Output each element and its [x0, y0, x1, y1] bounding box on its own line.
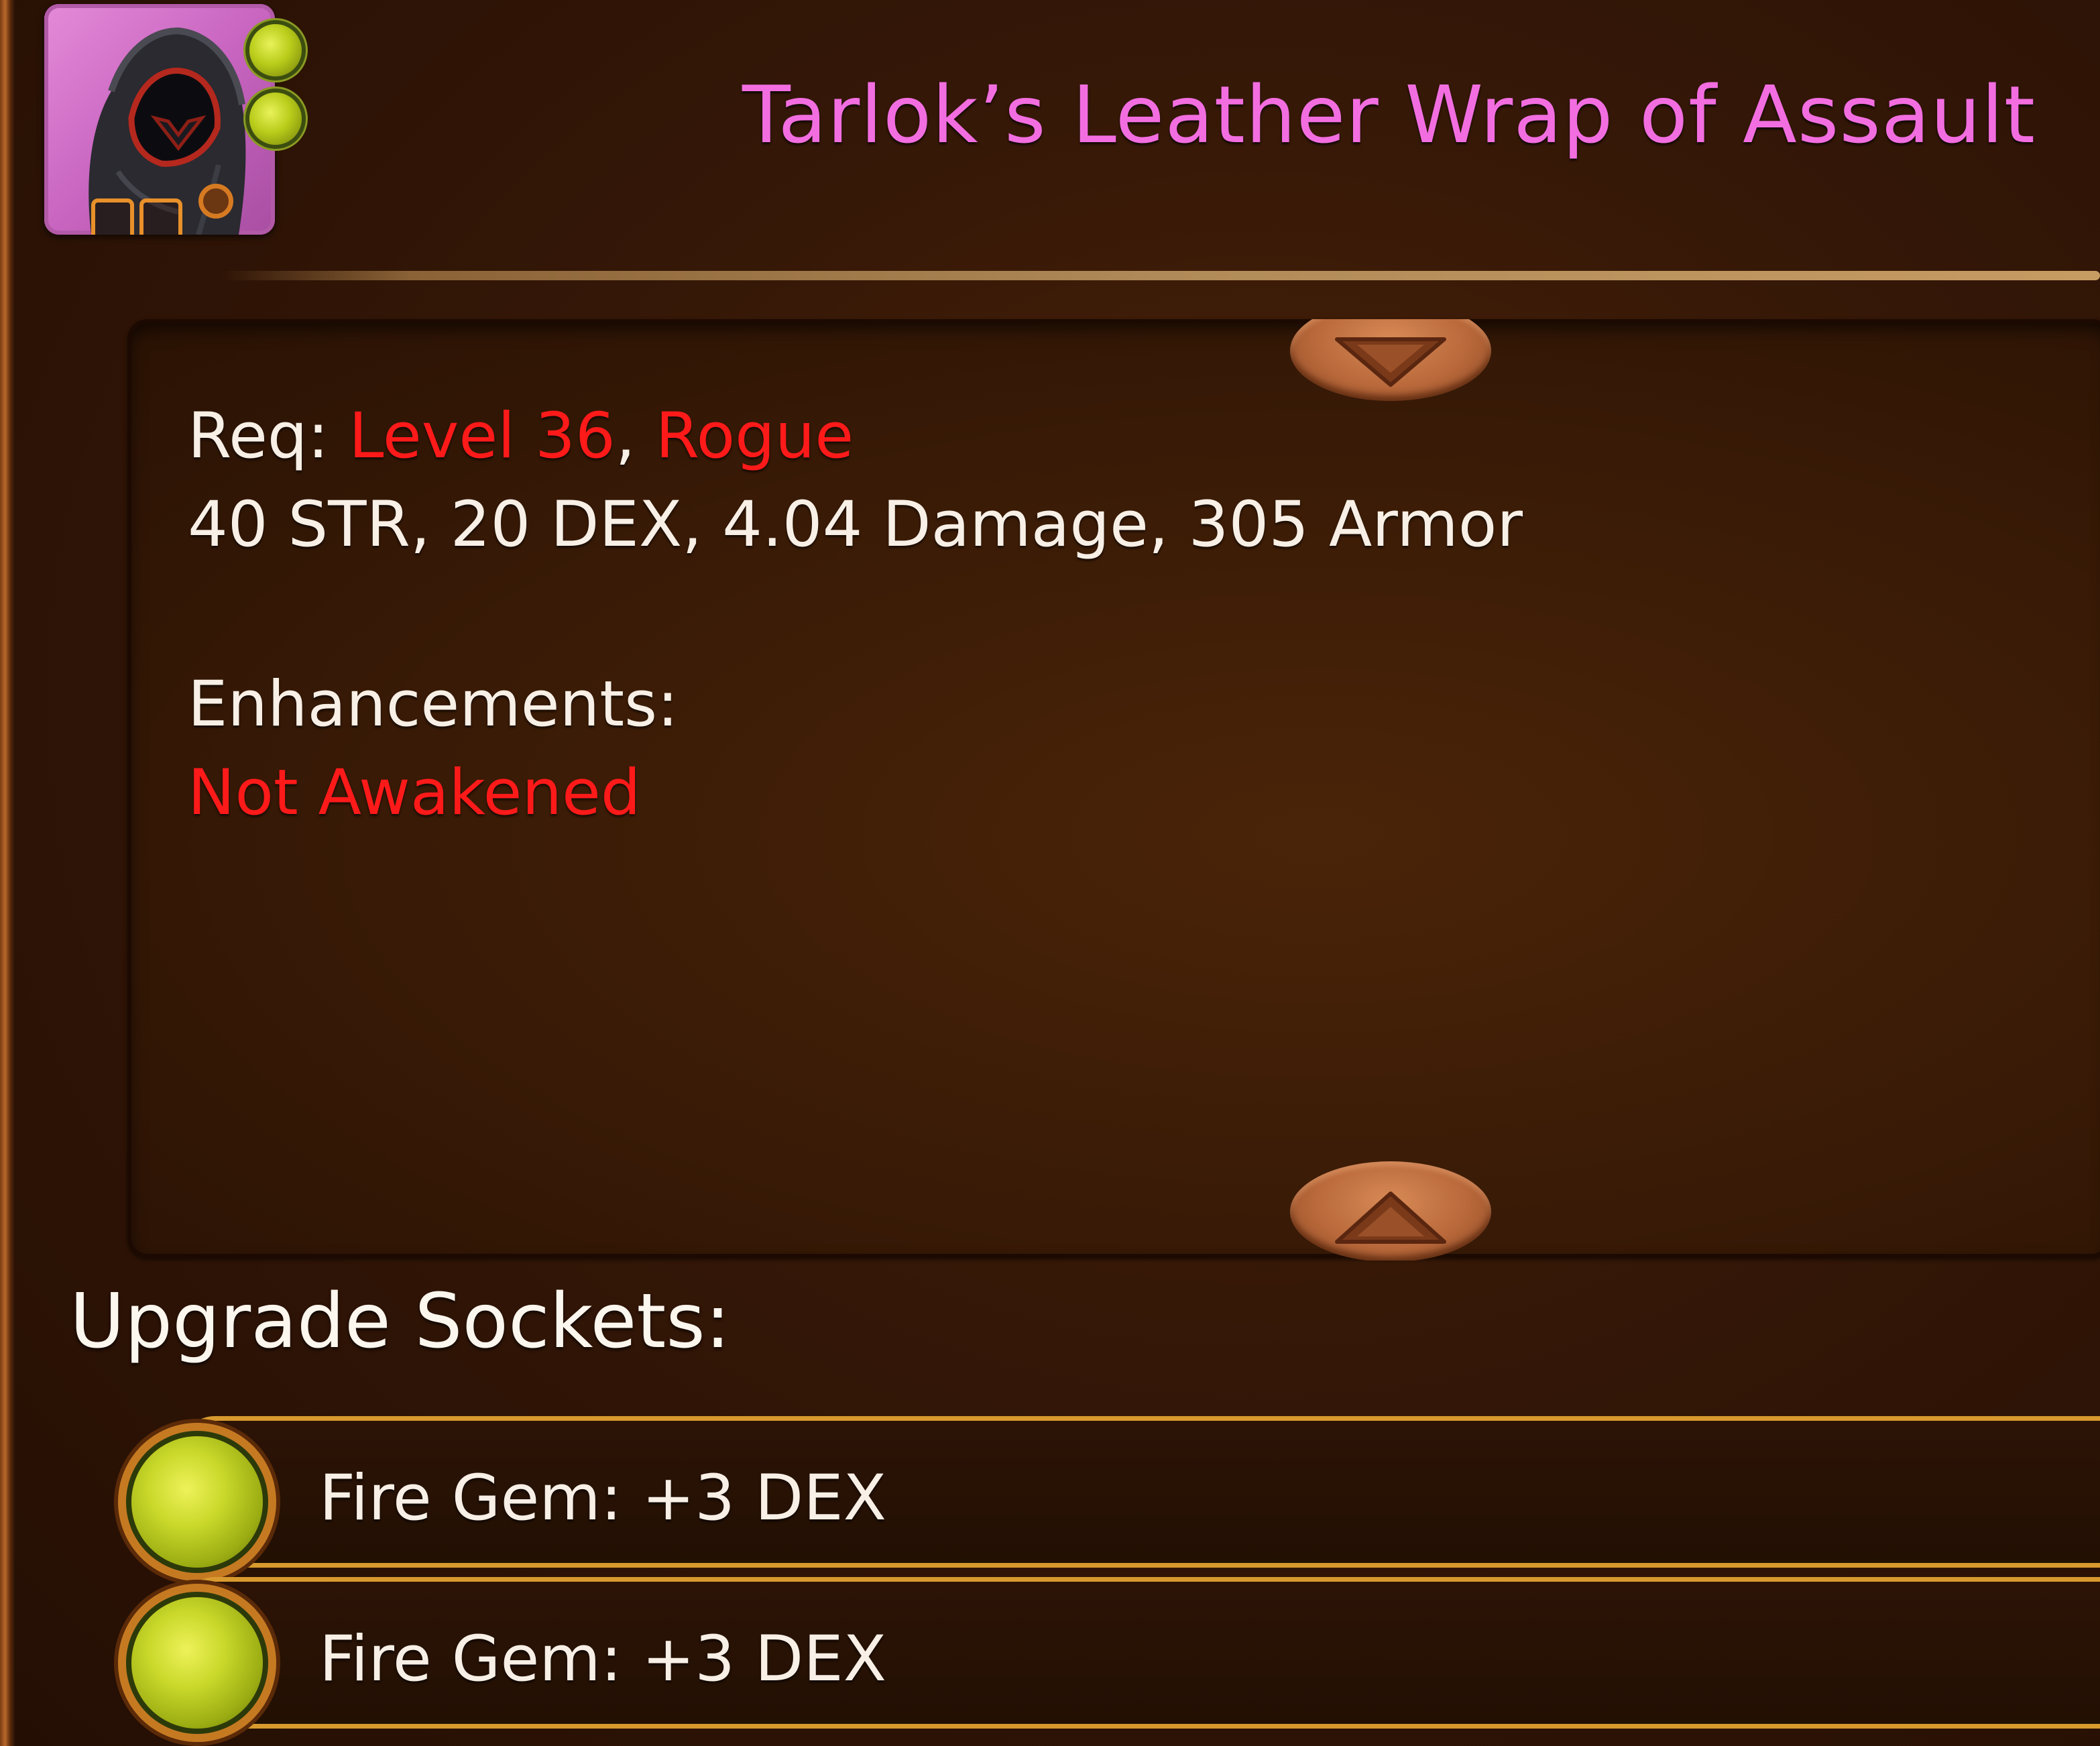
socket-label: Fire Gem: +3 DEX: [319, 1623, 887, 1696]
fire-gem-icon[interactable]: [131, 1597, 263, 1729]
required-level: Level 36: [349, 400, 616, 473]
enhancements-status: Not Awakened: [188, 756, 641, 829]
scroll-down-icon: [1335, 337, 1446, 387]
slot-indicator: [91, 198, 134, 235]
socket-gem-indicator-icon: [249, 24, 302, 76]
panel-left-border: [0, 0, 15, 1746]
scroll-up-icon: [1335, 1191, 1446, 1244]
socket-gem-indicator-icon: [249, 93, 302, 145]
enhancements-label: Enhancements:: [188, 668, 679, 741]
item-title: Tarlok’s Leather Wrap of Assault: [742, 68, 2036, 161]
item-icon[interactable]: [44, 4, 275, 235]
socket-label: Fire Gem: +3 DEX: [319, 1462, 887, 1535]
fire-gem-icon[interactable]: [131, 1436, 263, 1568]
item-details-panel: Tarlok’s Leather Wrap of Assault Req: Le…: [0, 0, 2100, 1746]
requirements-separator: ,: [615, 400, 636, 473]
requirements-line: Req: Level 36, Rogue: [188, 400, 854, 473]
upgrade-sockets-heading: Upgrade Sockets:: [70, 1278, 731, 1365]
divider: [221, 271, 2100, 280]
required-class: Rogue: [655, 400, 854, 473]
item-stats: 40 STR, 20 DEX, 4.04 Damage, 305 Armor: [188, 488, 1523, 561]
slot-indicator: [139, 198, 182, 235]
scroll-down-button[interactable]: [1290, 319, 1491, 420]
requirements-label: Req:: [188, 400, 329, 473]
clasp-icon: [198, 184, 233, 219]
scroll-up-button[interactable]: [1290, 1161, 1491, 1261]
